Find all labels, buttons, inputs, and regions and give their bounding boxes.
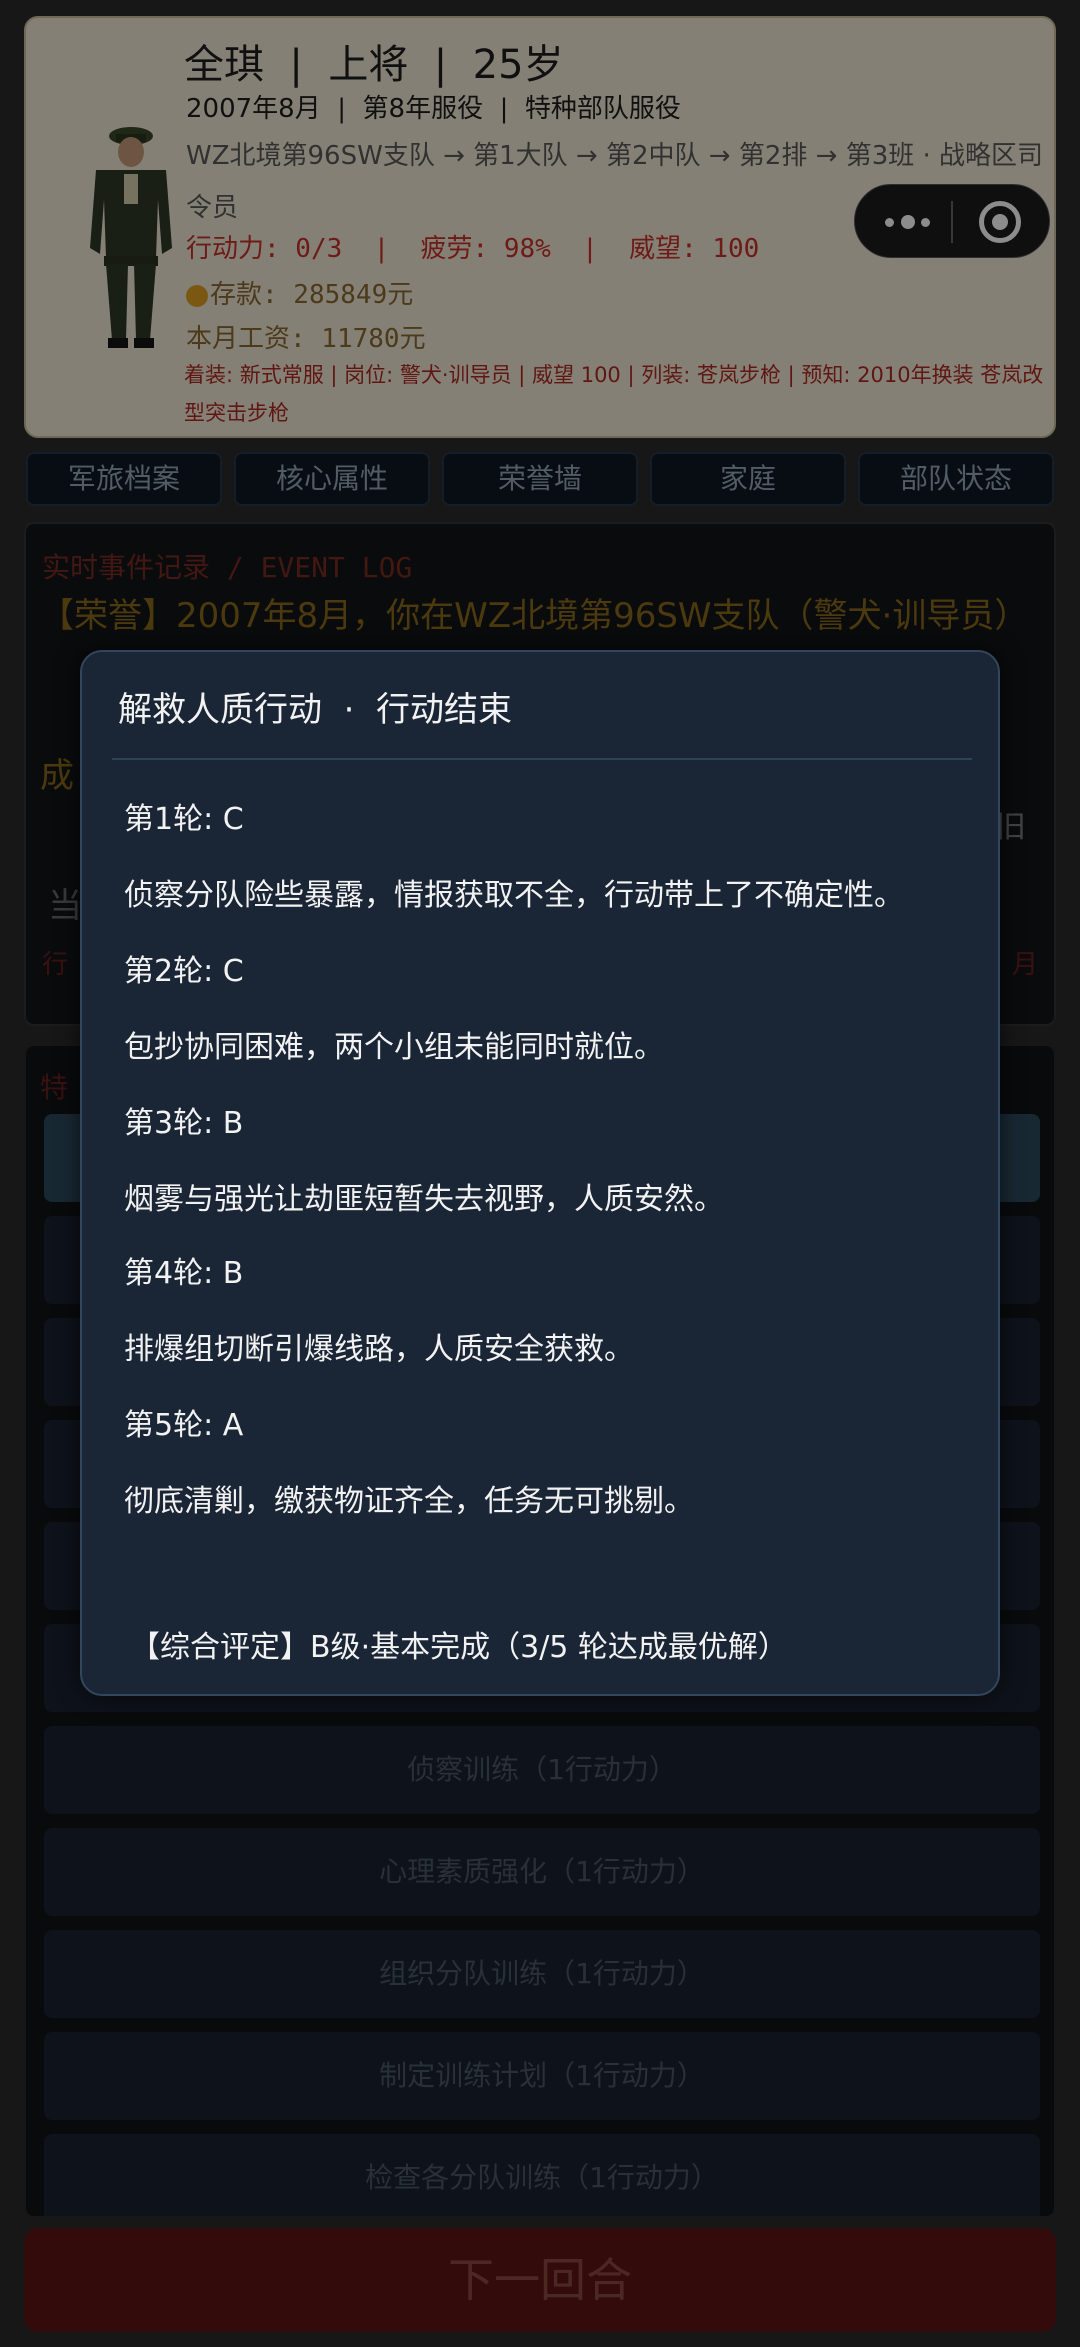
modal-title: 解救人质行动 · 行动结束 bbox=[118, 690, 513, 730]
round-label: 第3轮: B bbox=[124, 1106, 244, 1141]
overall-rating: 【综合评定】B级·基本完成（3/5 轮达成最优解） bbox=[130, 1630, 788, 1665]
round-description: 烟雾与强光让劫匪短暂失去视野，人质安然。 bbox=[124, 1182, 724, 1217]
round-label: 第2轮: C bbox=[124, 954, 244, 989]
modal-divider bbox=[112, 758, 972, 760]
round-description: 包抄协同困难，两个小组未能同时就位。 bbox=[124, 1030, 664, 1065]
round-description: 侦察分队险些暴露，情报获取不全，行动带上了不确定性。 bbox=[124, 878, 904, 913]
round-label: 第5轮: A bbox=[124, 1408, 244, 1443]
round-label: 第1轮: C bbox=[124, 802, 244, 837]
round-description: 排爆组切断引爆线路，人质安全获救。 bbox=[124, 1332, 634, 1367]
round-description: 彻底清剿，缴获物证齐全，任务无可挑剔。 bbox=[124, 1484, 694, 1519]
round-label: 第4轮: B bbox=[124, 1256, 244, 1291]
mission-result-modal: 解救人质行动 · 行动结束 第1轮: C 侦察分队险些暴露，情报获取不全，行动带… bbox=[80, 650, 1000, 1696]
